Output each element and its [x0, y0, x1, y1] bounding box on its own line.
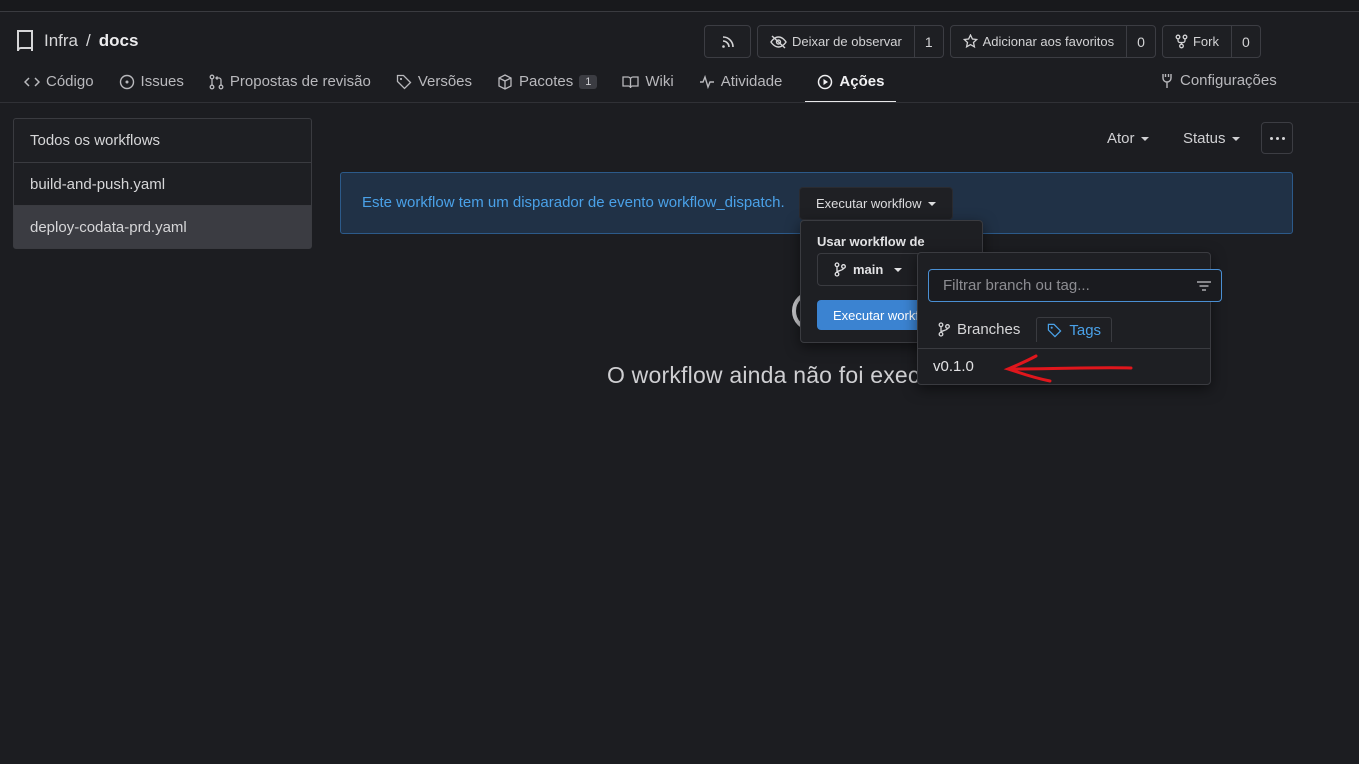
unwatch-label: Deixar de observar: [792, 34, 902, 49]
branch-icon: [938, 322, 950, 337]
kebab-dot: [1269, 136, 1273, 140]
actor-filter[interactable]: Ator: [1107, 130, 1149, 147]
watch-count[interactable]: 1: [913, 26, 943, 57]
run-workflow-button[interactable]: Executar workflow: [799, 187, 954, 220]
star-icon: [962, 34, 978, 49]
repo-name-link[interactable]: docs: [99, 31, 139, 51]
tab-settings-label: Configurações: [1180, 72, 1277, 89]
code-icon: [24, 75, 40, 89]
status-filter-label: Status: [1183, 130, 1226, 147]
eye-slash-icon: [770, 34, 787, 49]
chevron-down-icon: [894, 267, 903, 272]
actor-filter-label: Ator: [1107, 130, 1135, 147]
tag-item-v0-1-0[interactable]: v0.1.0: [933, 358, 974, 375]
tab-packages-label: Pacotes: [519, 73, 574, 90]
unwatch-button[interactable]: Deixar de observar 1: [757, 25, 944, 58]
tab-code-label: Código: [46, 73, 94, 90]
kebab-dot: [1275, 136, 1279, 140]
play-icon: [817, 74, 833, 90]
tab-activity-label: Atividade: [720, 73, 783, 90]
packages-count-badge: 1: [579, 74, 598, 89]
filter-icon[interactable]: [1196, 279, 1212, 293]
annotation-arrow: [1003, 354, 1133, 383]
star-count[interactable]: 0: [1126, 26, 1155, 57]
tab-settings[interactable]: Configurações: [1160, 72, 1277, 89]
tab-tags[interactable]: Tags: [1036, 317, 1113, 342]
sidebar-item-build-and-push[interactable]: build-and-push.yaml: [14, 162, 311, 205]
tab-issues[interactable]: Issues: [119, 70, 197, 103]
issue-icon: [119, 74, 135, 90]
use-workflow-from-label: Usar workflow de: [817, 234, 925, 249]
repo-title: Infra / docs: [14, 29, 138, 53]
tab-wiki-label: Wiki: [645, 73, 674, 90]
rss-feed-button[interactable]: [704, 25, 751, 58]
tag-icon: [1047, 323, 1062, 338]
book-icon: [622, 75, 640, 89]
tab-tags-label: Tags: [1069, 321, 1102, 339]
chevron-down-icon: [1231, 136, 1240, 141]
pulse-icon: [699, 74, 715, 89]
header-actions: Deixar de observar 1 Adicionar aos favor…: [704, 25, 1261, 58]
kebab-dot: [1281, 136, 1285, 140]
tab-code[interactable]: Código: [24, 70, 107, 103]
fork-button[interactable]: Fork 0: [1161, 25, 1261, 58]
selected-branch-label: main: [853, 262, 884, 277]
tab-branches[interactable]: Branches: [938, 317, 1030, 342]
star-label: Adicionar aos favoritos: [982, 34, 1115, 49]
tab-actions[interactable]: Ações: [805, 70, 897, 103]
run-workflow-label: Executar workflow: [816, 196, 922, 211]
rss-icon: [721, 35, 735, 49]
dropdown-divider: [918, 348, 1210, 349]
tab-pull-requests[interactable]: Propostas de revisão: [209, 70, 384, 103]
status-filter[interactable]: Status: [1183, 130, 1240, 147]
star-button[interactable]: Adicionar aos favoritos 0: [949, 25, 1156, 58]
package-icon: [497, 73, 513, 90]
pull-request-icon: [209, 74, 224, 90]
window-top-bar: [0, 0, 1359, 12]
sidebar-item-deploy-codata-prd[interactable]: deploy-codata-prd.yaml: [14, 205, 311, 248]
tab-packages[interactable]: Pacotes 1: [497, 70, 610, 103]
tab-issues-label: Issues: [140, 73, 184, 90]
tab-branches-label: Branches: [957, 321, 1021, 338]
tag-icon: [396, 74, 412, 90]
tab-wiki[interactable]: Wiki: [622, 70, 686, 103]
tab-releases[interactable]: Versões: [396, 70, 485, 103]
tools-icon: [1160, 73, 1174, 89]
fork-label: Fork: [1192, 34, 1219, 49]
fork-icon: [1175, 34, 1188, 49]
sidebar-item-all-workflows[interactable]: Todos os workflows: [14, 119, 311, 162]
repo-separator: /: [86, 31, 91, 50]
tab-actions-label: Ações: [839, 73, 885, 90]
tab-pull-requests-label: Propostas de revisão: [229, 73, 371, 90]
branch-filter-field[interactable]: [928, 269, 1222, 302]
repo-tabs: Código Issues Propostas de revisão Versõ…: [24, 70, 908, 103]
workflows-sidebar: Todos os workflows build-and-push.yaml d…: [13, 118, 312, 249]
repo-icon: [14, 29, 36, 53]
branch-icon: [834, 262, 846, 277]
chevron-down-icon: [928, 201, 937, 206]
tabs-divider: [0, 102, 1359, 103]
branch-filter-input[interactable]: [943, 277, 1181, 294]
more-options-button[interactable]: [1261, 122, 1293, 154]
banner-text: Este workflow tem um disparador de event…: [362, 194, 785, 211]
ref-type-tabs: Branches Tags: [938, 317, 1113, 342]
fork-count[interactable]: 0: [1230, 26, 1260, 57]
repo-owner-link[interactable]: Infra: [44, 31, 78, 51]
tab-activity[interactable]: Atividade: [699, 70, 796, 103]
chevron-down-icon: [1140, 136, 1149, 141]
tab-releases-label: Versões: [417, 73, 473, 90]
